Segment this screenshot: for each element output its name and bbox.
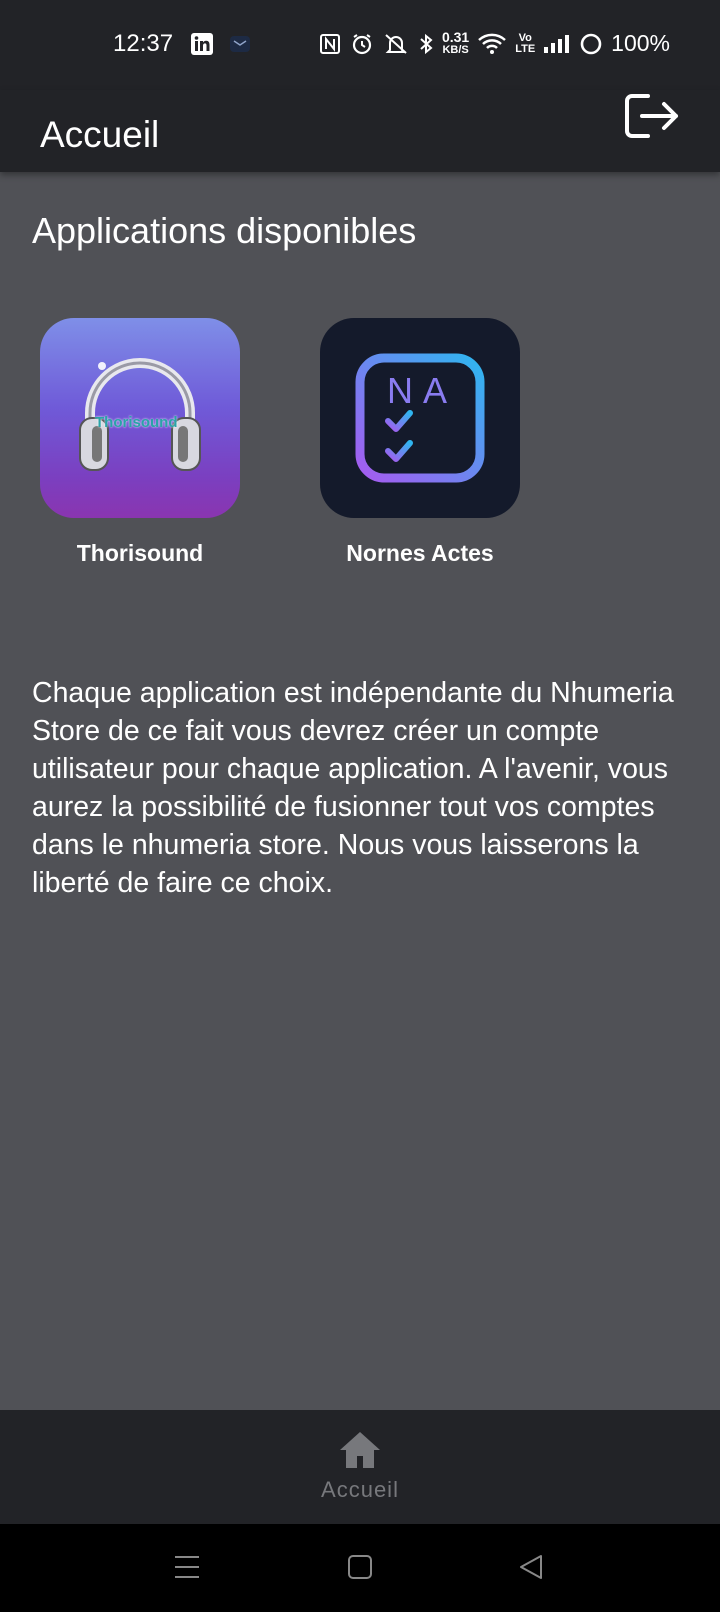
battery-icon <box>579 32 603 56</box>
net-speed-value: 0.31 <box>441 28 470 45</box>
signal-icon <box>543 32 571 56</box>
checklist-icon <box>355 353 485 483</box>
thorisound-logo-text: Thorisound <box>95 414 178 431</box>
nav-home-label: Accueil <box>321 1477 399 1502</box>
system-nav-bar <box>0 1524 720 1612</box>
mail-icon <box>228 32 252 56</box>
app-tile-thorisound[interactable]: Thorisound Thorisound <box>40 318 240 566</box>
net-speed-unit: KB/S <box>442 43 469 56</box>
app-label-thorisound: Thorisound <box>76 540 204 566</box>
wifi-icon <box>477 32 507 56</box>
nfc-icon <box>318 32 342 56</box>
silent-icon <box>382 32 410 56</box>
home-square-icon[interactable] <box>347 1554 373 1585</box>
nav-item-home[interactable]: Accueil <box>310 1430 410 1503</box>
home-icon <box>340 1432 380 1468</box>
logout-icon <box>625 94 678 138</box>
volte-icon: Vo LTE <box>515 32 536 55</box>
app-label-nornes-actes: Nornes Actes <box>346 540 494 566</box>
battery-level: 100% <box>611 30 670 56</box>
volte-bottom: LTE <box>515 42 536 55</box>
linkedin-icon <box>190 32 214 56</box>
status-bar: 12:37 0.31 KB/S Vo LTE 100% <box>0 0 720 90</box>
section-title: Applications disponibles <box>32 210 417 251</box>
app-bar: Accueil <box>0 90 720 172</box>
info-paragraph: Chaque application est indépendante du N… <box>32 677 674 899</box>
status-time: 12:37 <box>113 30 174 57</box>
bluetooth-icon <box>418 32 434 56</box>
menu-icon[interactable] <box>174 1554 200 1585</box>
nornes-actes-app-icon[interactable]: NA <box>320 318 520 518</box>
bottom-nav: Accueil <box>0 1410 720 1524</box>
thorisound-app-icon[interactable]: Thorisound <box>40 318 240 518</box>
page-title: Accueil <box>40 114 160 155</box>
logout-button[interactable] <box>622 90 682 142</box>
net-speed: 0.31 KB/S <box>441 28 470 56</box>
back-icon[interactable] <box>518 1553 544 1586</box>
alarm-icon <box>350 32 374 56</box>
app-tile-nornes-actes[interactable]: NA Nornes Actes <box>320 318 520 566</box>
nornes-actes-logo-text: NA <box>387 370 458 411</box>
